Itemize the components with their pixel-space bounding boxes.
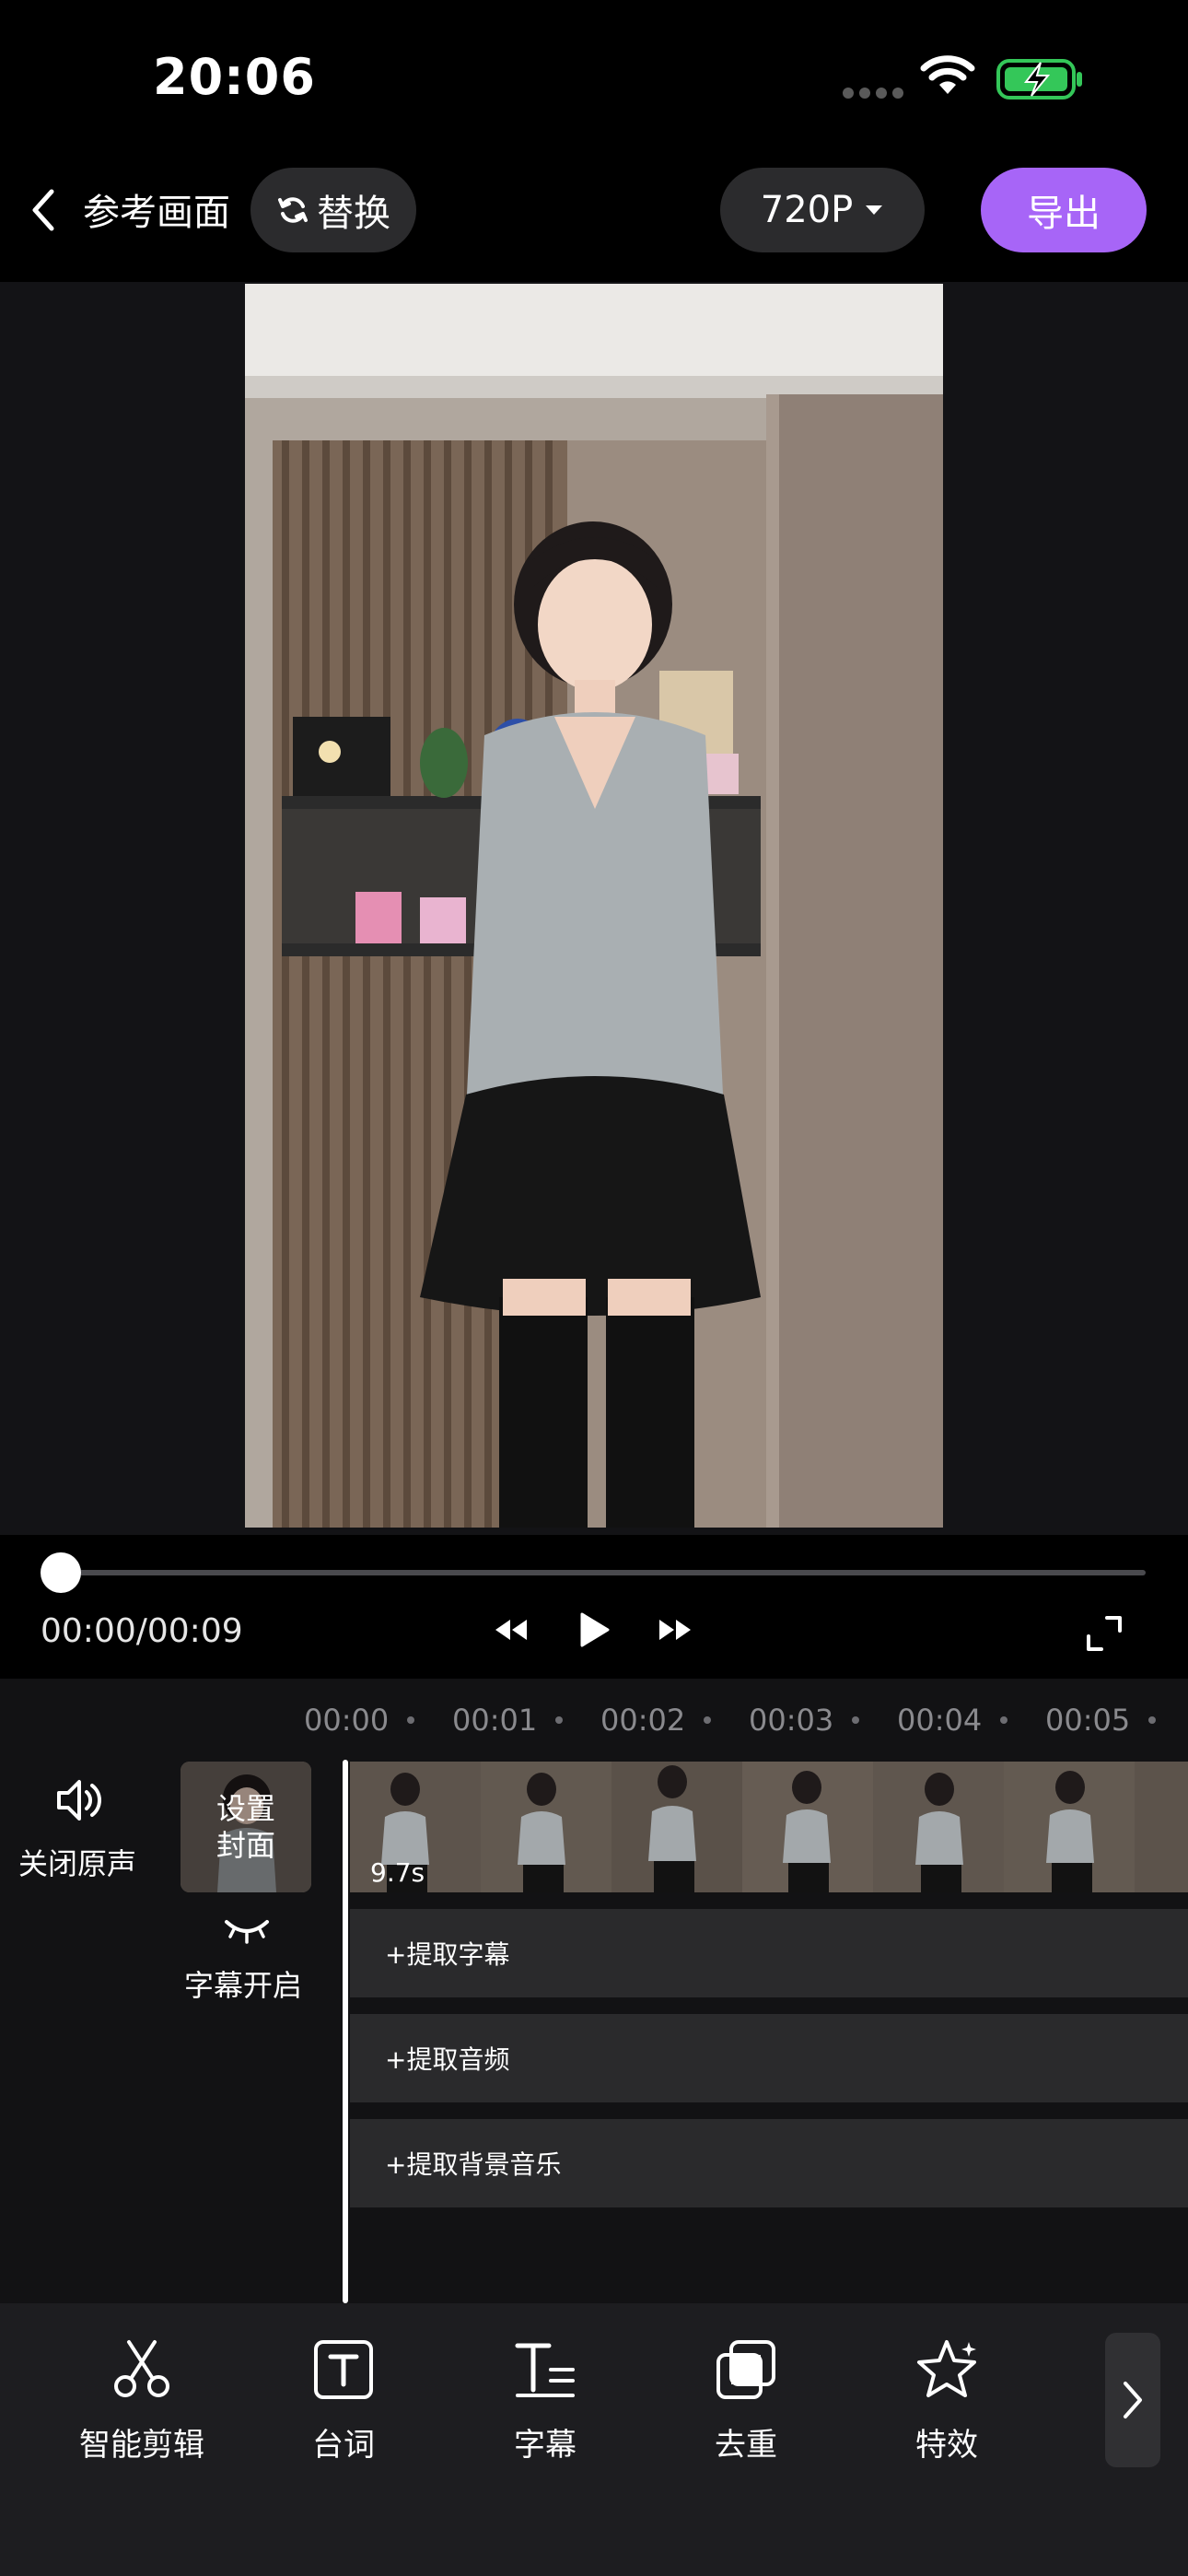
ruler-tick <box>704 1716 711 1724</box>
subtitle-toggle-label[interactable]: 字幕开启 <box>184 1962 302 2005</box>
tool-label: 智能剪辑 <box>79 2427 204 2464</box>
script-tool[interactable]: 台词 <box>261 2336 426 2465</box>
resolution-label: 720P <box>760 189 854 231</box>
status-time: 20:06 <box>153 48 316 106</box>
playback-progress-track[interactable] <box>41 1570 1146 1575</box>
cellular-signal-icon <box>843 88 903 99</box>
toolbar-next-button[interactable] <box>1105 2333 1160 2467</box>
extract-bgm-track[interactable]: +提取背景音乐 <box>350 2119 1188 2207</box>
text-box-icon <box>314 2340 373 2399</box>
video-preview[interactable] <box>245 284 943 1528</box>
ruler-time-label: 00:00 <box>304 1703 390 1738</box>
playback-scrubber-handle[interactable] <box>41 1552 81 1593</box>
cover-label-line2: 封面 <box>215 1828 275 1863</box>
ruler-time-label: 00:05 <box>1045 1703 1131 1738</box>
fullscreen-icon[interactable] <box>1085 1614 1124 1653</box>
clip-thumbnails <box>350 1762 1188 1892</box>
playback-time: 00:00/00:09 <box>41 1612 243 1650</box>
ruler-tick <box>1148 1716 1156 1724</box>
smart-edit-tool[interactable]: 智能剪辑 <box>59 2336 225 2465</box>
extract-audio-track[interactable]: +提取音频 <box>350 2014 1188 2102</box>
reference-frame-title: 参考画面 <box>83 192 230 234</box>
tool-label: 特效 <box>915 2427 978 2464</box>
eye-closed-icon[interactable] <box>223 1916 271 1944</box>
ruler-time-label: 00:04 <box>897 1703 983 1738</box>
layers-icon <box>716 2340 775 2399</box>
video-frame-image <box>245 284 943 1528</box>
ruler-time-label: 00:01 <box>452 1703 538 1738</box>
refresh-icon <box>278 197 308 223</box>
mute-original-audio-label[interactable]: 关闭原声 <box>18 1841 136 1883</box>
chevron-right-icon <box>1124 2382 1142 2418</box>
ruler-tick <box>407 1716 414 1724</box>
cover-label-line1: 设置 <box>215 1791 275 1826</box>
caret-down-icon <box>866 205 883 215</box>
replace-button[interactable]: 替换 <box>250 168 416 252</box>
ruler-tick <box>852 1716 859 1724</box>
set-cover-button[interactable]: 设置 封面 <box>181 1762 311 1892</box>
speaker-icon[interactable] <box>53 1776 105 1824</box>
tool-label: 台词 <box>312 2427 375 2464</box>
resolution-dropdown[interactable]: 720P <box>720 168 925 252</box>
track-label: +提取字幕 <box>385 1939 510 1970</box>
dedupe-tool[interactable]: 去重 <box>663 2336 829 2465</box>
export-button[interactable]: 导出 <box>981 168 1147 252</box>
fast-forward-icon[interactable] <box>658 1614 693 1645</box>
wifi-icon <box>920 55 975 94</box>
clip-duration: 9.7s <box>370 1857 425 1888</box>
track-label: +提取音频 <box>385 2044 510 2075</box>
track-label: +提取背景音乐 <box>385 2149 562 2180</box>
scissors-icon <box>114 2340 169 2397</box>
ruler-tick <box>555 1716 563 1724</box>
video-clip-track[interactable]: 9.7s <box>350 1762 1188 1892</box>
rewind-icon[interactable] <box>494 1614 529 1645</box>
ruler-tick <box>1000 1716 1007 1724</box>
tool-label: 去重 <box>715 2427 777 2464</box>
effects-tool[interactable]: 特效 <box>864 2336 1030 2465</box>
ruler-time-label: 00:02 <box>600 1703 686 1738</box>
timeline-playhead[interactable] <box>343 1760 348 2303</box>
subtitle-tool[interactable]: 字幕 <box>462 2336 628 2465</box>
subtitle-icon <box>515 2343 575 2397</box>
star-effect-icon <box>917 2340 976 2397</box>
set-cover-label: 设置 封面 <box>181 1762 311 1892</box>
battery-charging-icon <box>996 59 1082 100</box>
extract-subtitles-track[interactable]: +提取字幕 <box>350 1909 1188 1997</box>
tool-label: 字幕 <box>514 2427 577 2464</box>
ruler-time-label: 00:03 <box>749 1703 834 1738</box>
play-icon[interactable] <box>575 1610 613 1649</box>
replace-label: 替换 <box>317 193 390 235</box>
back-chevron-icon[interactable] <box>20 181 68 240</box>
